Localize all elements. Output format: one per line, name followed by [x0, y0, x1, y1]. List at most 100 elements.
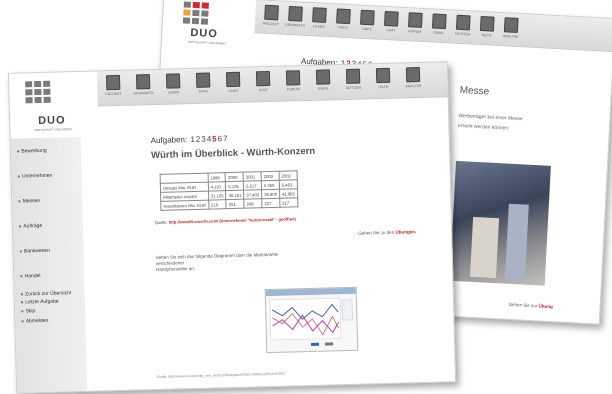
- toolbar-label: ANALYSE: [405, 83, 422, 89]
- task-link-4[interactable]: 4: [207, 135, 212, 144]
- toolbar-button-email[interactable]: EMAIL: [429, 13, 450, 35]
- sidebar: Bewerbung Unternehmen Messen Aufträge Bankwe…: [10, 136, 88, 393]
- front-window: DUO WIRTSCHAFT UND ARBEIT PROJEKT GRAMMAT…: [7, 61, 457, 394]
- sidebar-item-abmelden[interactable]: Abmelden: [21, 318, 49, 325]
- toolbar-label: FORUM: [286, 87, 300, 92]
- table-cell: 5.360: [261, 180, 280, 190]
- toolbar-button-grammatik[interactable]: GRAMMATIK: [133, 74, 154, 96]
- task-link-7[interactable]: 7: [223, 134, 228, 143]
- table-cell: 251: [226, 199, 245, 209]
- tips-icon: [195, 72, 211, 88]
- photo-booth-pillar: [504, 203, 529, 280]
- toolbar-label: CHAT: [258, 88, 269, 93]
- sidebar-item-aufträge[interactable]: Aufträge: [19, 223, 42, 230]
- task-nav: Aufgaben: 1234567: [151, 134, 228, 145]
- toolbar-label: CHAT: [386, 28, 396, 33]
- table-header-cell: 2003: [278, 170, 297, 181]
- task-link-3[interactable]: 3: [201, 135, 206, 144]
- toolbar-button-hilfe[interactable]: HILFE: [477, 15, 498, 38]
- footer-credit: Grafik: http://www.nw.ie/politik_von_wor…: [156, 371, 286, 380]
- toolbar-button-analyse[interactable]: ANALYSE: [403, 67, 424, 89]
- sidebar-item-unternehmen[interactable]: Unternehmen: [18, 173, 52, 180]
- logo-wordmark: DUO: [37, 114, 66, 128]
- chart-header-bar: [265, 287, 356, 297]
- sidebar-item-letzte-aufgabe[interactable]: Letzte Aufgabe: [21, 299, 59, 306]
- toolbar-button-projekt[interactable]: PROJEKT: [261, 4, 282, 27]
- chat-icon: [255, 70, 271, 87]
- task-link-6[interactable]: 6: [218, 134, 223, 143]
- sidebar-item-handel[interactable]: Handel: [20, 273, 41, 280]
- chart-legend: [341, 299, 353, 321]
- table-cell: 216: [208, 199, 227, 210]
- grammar-icon: [288, 5, 303, 22]
- help-icon: [479, 15, 495, 32]
- toolbar-button-lesen[interactable]: LESEN: [163, 73, 184, 95]
- toolbar-button-hilfe[interactable]: HILFE: [373, 67, 394, 90]
- toolbar-label: TIPPS: [337, 25, 349, 31]
- toolbar-label: HILFE: [378, 84, 389, 90]
- toolbar-label: NOTIZEN: [345, 85, 362, 90]
- toolbar-label: GRAMMATIK: [133, 91, 154, 96]
- chart-legend-swatch: [325, 342, 334, 346]
- email-icon: [431, 13, 447, 30]
- goto-text: Gehen Sie zur: [508, 301, 538, 309]
- toolbar-button-notizen[interactable]: NOTIZEN: [453, 14, 474, 37]
- toolbar-label: LESEN: [167, 90, 180, 95]
- table-cell: 5.135: [225, 181, 244, 191]
- table-cell: 249: [243, 198, 263, 209]
- project-icon: [264, 4, 279, 21]
- table-cell: 5.217: [243, 180, 262, 191]
- toolbar-label: ANALYSE: [502, 34, 519, 40]
- toolbar-label: TIPPS: [198, 89, 209, 94]
- toolbar-button-chat[interactable]: CHAT: [253, 70, 274, 93]
- sidebar-item-messen[interactable]: Messen: [18, 198, 41, 205]
- toolbar-button-tipps[interactable]: TIPPS: [333, 8, 354, 30]
- toolbar-button-forum[interactable]: FORUM: [405, 12, 426, 34]
- logo-tagline: WIRTSCHAFT UND ARBEIT: [34, 127, 73, 133]
- table-cell: 39.800: [261, 189, 280, 199]
- table-cell: Investitionen Mio. EUR: [160, 200, 209, 211]
- table-header-cell: 1999: [207, 172, 226, 183]
- sidebar-item-bankwesen[interactable]: Bankwesen: [19, 248, 50, 255]
- toolbar-button-lesen[interactable]: LESEN: [309, 7, 330, 29]
- toolbar-label: EMAIL: [318, 86, 329, 91]
- grammar-icon: [135, 74, 151, 90]
- tips-icon: [336, 8, 351, 25]
- toolbar-button-links[interactable]: LINKS: [357, 9, 378, 32]
- links-icon: [225, 71, 241, 88]
- toolbar-label: EMAIL: [433, 30, 445, 36]
- task-link-5[interactable]: 5: [212, 134, 217, 143]
- photo-booth-panel: [469, 216, 500, 279]
- toolbar: PROJEKT GRAMMATIK LESEN TIPPS LINKS CHAT FORUM…: [254, 0, 612, 52]
- task-link-2[interactable]: 2: [196, 135, 201, 144]
- sidebar-item-zurück-zur-übersicht[interactable]: Zurück zur Übersicht: [21, 290, 72, 297]
- exercise-link[interactable]: Übung: [538, 303, 552, 309]
- sidebar-item-bewerbung[interactable]: Bewerbung: [17, 148, 46, 155]
- toolbar-button-tipps[interactable]: TIPPS: [193, 72, 214, 94]
- table-cell: 4.110: [207, 181, 226, 192]
- market-share-chart-thumbnail[interactable]: [264, 286, 359, 354]
- goto-exercise: Gehen Sie zur Übung: [508, 302, 552, 309]
- email-icon: [315, 69, 331, 85]
- source-link[interactable]: http://www05.wuerth.com/ (Unternehmen "K…: [169, 216, 296, 224]
- toolbar-label: LESEN: [313, 24, 325, 29]
- exercises-link[interactable]: Übungen.: [395, 229, 416, 235]
- toolbar-button-links[interactable]: LINKS: [223, 71, 244, 94]
- toolbar-button-grammatik[interactable]: GRAMMATIK: [284, 5, 306, 28]
- logo-wordmark: DUO: [190, 26, 219, 41]
- task-link-1[interactable]: 1: [190, 135, 195, 144]
- toolbar-label: GRAMMATIK: [284, 22, 305, 28]
- toolbar-button-analyse[interactable]: ANALYSE: [501, 17, 522, 39]
- intro-text: Sehen Sie sich das folgende Diagramm übe…: [156, 251, 296, 273]
- goto-exercises: Gehen Sie zu den Übungen.: [358, 229, 416, 236]
- toolbar-button-email[interactable]: EMAIL: [313, 69, 334, 91]
- sidebar-item-skip[interactable]: Skip: [21, 308, 35, 314]
- toolbar-button-forum[interactable]: FORUM: [283, 70, 304, 92]
- page-title: Würth im Überblick - Würth-Konzern: [150, 145, 316, 162]
- page-title: Messe: [459, 85, 490, 98]
- toolbar-button-notizen[interactable]: NOTIZEN: [343, 68, 364, 91]
- toolbar-label: NOTIZEN: [454, 31, 471, 37]
- toolbar-button-chat[interactable]: CHAT: [381, 10, 402, 33]
- body-text-1: Werbeträger bei einer Messe: [458, 112, 523, 123]
- toolbar-button-projekt[interactable]: PROJEKT: [103, 74, 124, 97]
